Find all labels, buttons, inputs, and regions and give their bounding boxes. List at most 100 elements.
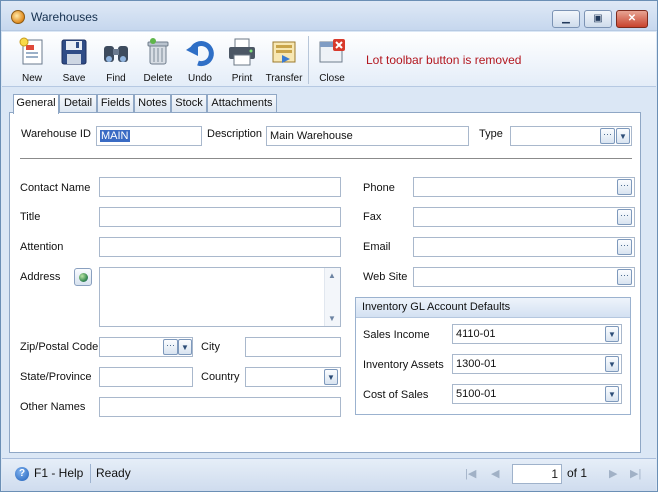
undo-button[interactable]: Undo xyxy=(179,34,221,86)
cost-of-sales-dropdown-button[interactable]: ▼ xyxy=(605,386,619,402)
zip-combo[interactable]: ··· ▼ xyxy=(99,337,193,357)
type-combo[interactable]: ··· ▼ xyxy=(510,126,632,146)
help-text[interactable]: F1 - Help xyxy=(34,466,83,480)
address-scrollbar[interactable]: ▲ ▼ xyxy=(324,268,340,326)
attention-label: Attention xyxy=(20,241,64,253)
title-input[interactable] xyxy=(99,207,341,227)
maximize-button[interactable]: ▣ xyxy=(584,10,612,28)
zip-dropdown-button[interactable]: ▼ xyxy=(178,339,192,355)
email-ellipsis-button[interactable]: ··· xyxy=(617,239,632,255)
close-icon xyxy=(319,39,345,63)
transfer-button[interactable]: Transfer xyxy=(263,34,305,86)
phone-ellipsis-button[interactable]: ··· xyxy=(617,179,632,195)
next-page-icon[interactable]: ▶ xyxy=(609,467,617,480)
undo-arrow-icon xyxy=(186,41,214,67)
state-label: State/Province xyxy=(20,371,92,383)
new-document-icon xyxy=(19,37,43,65)
zip-ellipsis-button[interactable]: ··· xyxy=(163,339,178,355)
tab-fields[interactable]: Fields xyxy=(97,94,134,113)
save-label: Save xyxy=(62,73,86,84)
scroll-up-icon[interactable]: ▲ xyxy=(328,271,336,280)
find-label: Find xyxy=(106,73,126,84)
description-label: Description xyxy=(207,128,263,140)
fax-label: Fax xyxy=(363,211,382,223)
email-label: Email xyxy=(363,241,391,253)
close-label: Close xyxy=(319,73,345,84)
sales-income-dropdown-button[interactable]: ▼ xyxy=(605,326,619,342)
toolbar-note: Lot toolbar button is removed xyxy=(366,53,522,67)
cost-of-sales-label: Cost of Sales xyxy=(363,389,429,401)
type-label: Type xyxy=(479,128,503,140)
status-bar: ? F1 - Help Ready |◀ ◀ 1 of 1 ▶ ▶| xyxy=(2,458,656,491)
tab-detail[interactable]: Detail xyxy=(59,94,97,113)
window-close-button[interactable]: ✕ xyxy=(616,10,648,28)
inventory-assets-combo[interactable]: 1300-01 ▼ xyxy=(452,354,622,374)
printer-icon xyxy=(229,38,255,66)
transfer-label: Transfer xyxy=(265,73,303,84)
type-dropdown-button[interactable]: ▼ xyxy=(616,128,630,144)
scroll-down-icon[interactable]: ▼ xyxy=(328,314,336,323)
help-icon[interactable]: ? xyxy=(15,467,29,481)
tab-attachments[interactable]: Attachments xyxy=(207,94,277,113)
close-button[interactable]: Close xyxy=(311,34,353,86)
new-button[interactable]: New xyxy=(11,34,53,86)
email-input[interactable]: ··· xyxy=(413,237,635,257)
other-names-input[interactable] xyxy=(99,397,341,417)
fax-input[interactable]: ··· xyxy=(413,207,635,227)
globe-icon[interactable] xyxy=(74,268,92,286)
delete-button[interactable]: Delete xyxy=(137,34,179,86)
transfer-icon xyxy=(272,41,296,63)
minimize-button[interactable]: ▁ xyxy=(552,10,580,28)
address-label: Address xyxy=(20,271,61,283)
title-bar: Warehouses ▁ ▣ ✕ xyxy=(1,1,657,31)
website-input[interactable]: ··· xyxy=(413,267,635,287)
sales-income-label: Sales Income xyxy=(363,329,430,341)
previous-page-icon[interactable]: ◀ xyxy=(491,467,499,480)
window-title: Warehouses xyxy=(31,10,98,24)
inventory-assets-dropdown-button[interactable]: ▼ xyxy=(605,356,619,372)
trash-can-icon xyxy=(147,38,169,65)
save-button[interactable]: Save xyxy=(53,34,95,86)
tab-notes[interactable]: Notes xyxy=(134,94,171,113)
country-combo[interactable]: ▼ xyxy=(245,367,341,387)
warehouse-id-input[interactable]: MAIN xyxy=(96,126,202,146)
fax-ellipsis-button[interactable]: ··· xyxy=(617,209,632,225)
zip-label: Zip/Postal Code xyxy=(20,341,99,353)
toolbar: New Save Find Delete Undo Print Transfer… xyxy=(2,32,656,87)
attention-input[interactable] xyxy=(99,237,341,257)
inventory-gl-header: Inventory GL Account Defaults xyxy=(356,298,630,318)
binoculars-icon xyxy=(104,46,128,62)
sales-income-value: 4110-01 xyxy=(456,328,496,340)
delete-label: Delete xyxy=(143,73,173,84)
phone-label: Phone xyxy=(363,182,395,194)
address-textarea[interactable]: ▲ ▼ xyxy=(99,267,341,327)
toolbar-separator xyxy=(308,36,309,84)
description-input[interactable]: Main Warehouse xyxy=(266,126,469,146)
cost-of-sales-combo[interactable]: 5100-01 ▼ xyxy=(452,384,622,404)
phone-input[interactable]: ··· xyxy=(413,177,635,197)
new-label: New xyxy=(21,73,42,84)
website-label: Web Site xyxy=(363,271,408,283)
warehouse-id-label: Warehouse ID xyxy=(21,128,91,140)
tab-stock[interactable]: Stock xyxy=(171,94,207,113)
sales-income-combo[interactable]: 4110-01 ▼ xyxy=(452,324,622,344)
page-count: of 1 xyxy=(567,466,588,480)
website-ellipsis-button[interactable]: ··· xyxy=(617,269,632,285)
type-ellipsis-button[interactable]: ··· xyxy=(600,128,615,144)
contact-name-label: Contact Name xyxy=(20,182,91,194)
print-button[interactable]: Print xyxy=(221,34,263,86)
last-page-icon[interactable]: ▶| xyxy=(630,467,641,480)
tab-general[interactable]: General xyxy=(13,94,59,114)
city-label: City xyxy=(201,341,220,353)
undo-label: Undo xyxy=(188,73,212,84)
status-text: Ready xyxy=(96,466,131,480)
find-button[interactable]: Find xyxy=(95,34,137,86)
country-dropdown-button[interactable]: ▼ xyxy=(324,369,338,385)
city-input[interactable] xyxy=(245,337,341,357)
cost-of-sales-value: 5100-01 xyxy=(456,388,497,400)
general-panel: Warehouse ID MAIN Description Main Wareh… xyxy=(9,112,641,453)
page-number-input[interactable]: 1 xyxy=(512,464,562,484)
state-input[interactable] xyxy=(99,367,193,387)
contact-name-input[interactable] xyxy=(99,177,341,197)
first-page-icon[interactable]: |◀ xyxy=(465,467,476,480)
